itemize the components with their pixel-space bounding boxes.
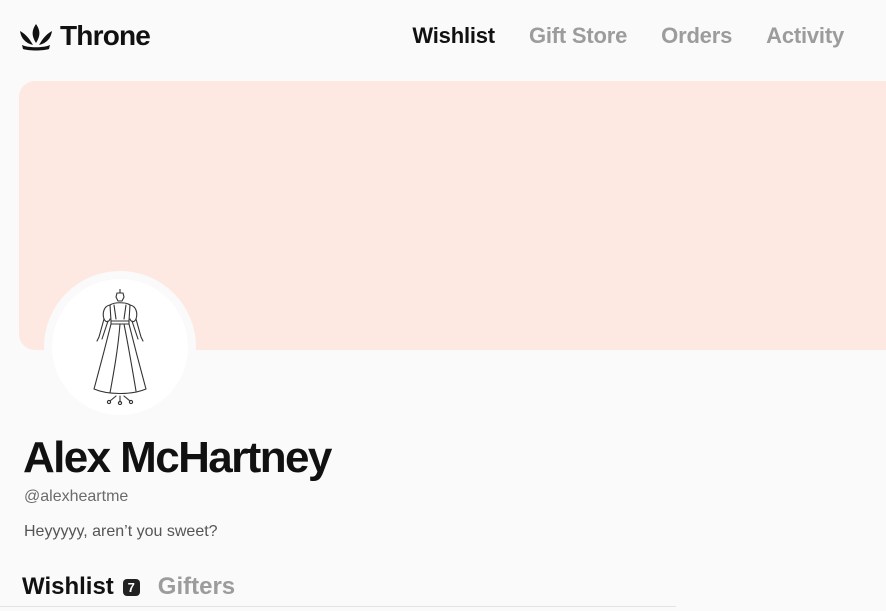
tab-wishlist-label: Wishlist bbox=[22, 573, 114, 600]
tab-wishlist[interactable]: Wishlist 7 bbox=[22, 572, 140, 602]
profile-handle: @alexheartme bbox=[24, 488, 129, 505]
nav-orders[interactable]: Orders bbox=[661, 22, 732, 50]
profile-tabs: Wishlist 7 Gifters bbox=[22, 572, 235, 602]
brand-name: Throne bbox=[60, 20, 151, 51]
profile-page: Throne Wishlist Gift Store Orders Activi… bbox=[0, 0, 886, 611]
profile-bio: Heyyyyy, aren’t you sweet? bbox=[24, 523, 218, 540]
main-nav: Wishlist Gift Store Orders Activity bbox=[412, 22, 844, 50]
top-header: Throne Wishlist Gift Store Orders Activi… bbox=[0, 0, 886, 72]
throne-logo[interactable]: Throne bbox=[18, 20, 151, 52]
wishlist-count-badge: 7 bbox=[122, 578, 140, 596]
avatar[interactable] bbox=[44, 271, 196, 423]
nav-gift-store[interactable]: Gift Store bbox=[529, 22, 627, 50]
tab-gifters-label: Gifters bbox=[157, 573, 236, 600]
nav-activity[interactable]: Activity bbox=[766, 22, 844, 50]
tabs-divider bbox=[0, 606, 676, 607]
avatar-image bbox=[52, 279, 188, 415]
tab-gifters[interactable]: Gifters bbox=[158, 572, 235, 602]
profile-name: Alex McHartney bbox=[23, 433, 332, 482]
crown-icon bbox=[18, 21, 54, 51]
dress-illustration bbox=[93, 289, 147, 405]
nav-wishlist[interactable]: Wishlist bbox=[412, 22, 495, 50]
